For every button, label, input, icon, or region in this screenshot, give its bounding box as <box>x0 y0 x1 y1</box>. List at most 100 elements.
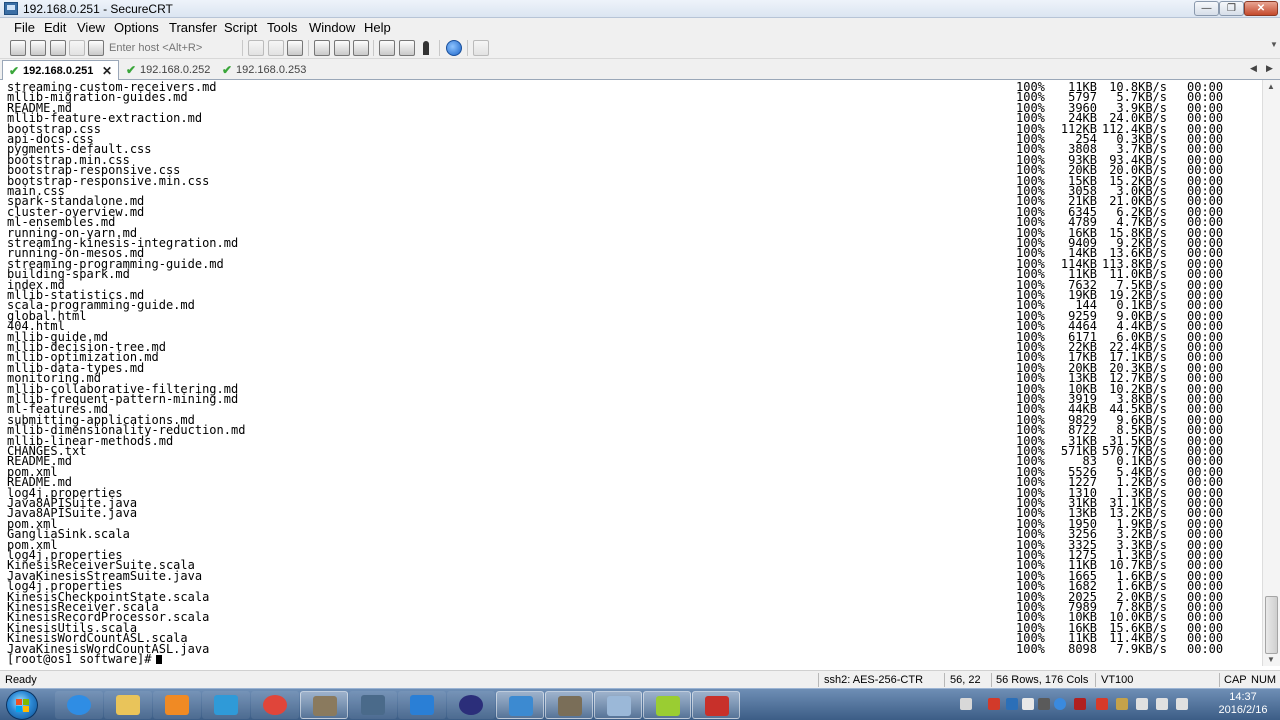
menu-script[interactable]: Script <box>224 20 257 35</box>
taskbar-app[interactable] <box>594 691 642 719</box>
taskbar-app[interactable] <box>545 691 593 719</box>
menu-options[interactable]: Options <box>114 20 159 35</box>
tray-keyboard-icon[interactable] <box>960 698 972 710</box>
tab-session-3[interactable]: ✔ 192.168.0.253 <box>216 60 312 80</box>
menu-view[interactable]: View <box>77 20 105 35</box>
taskbar-app[interactable] <box>300 691 348 719</box>
minimize-button[interactable]: — <box>1194 1 1219 16</box>
status-ready: Ready <box>5 674 37 686</box>
toolbar-separator <box>242 40 243 56</box>
taskbar-app[interactable] <box>447 691 495 719</box>
session-options-icon[interactable] <box>379 40 395 56</box>
keymap-icon[interactable] <box>418 40 434 56</box>
title-bar: 192.168.0.251 - SecureCRT — ❐ ✕ <box>0 0 1280 18</box>
tab-session-1[interactable]: ✔ 192.168.0.251 ✕ <box>2 60 119 81</box>
close-button[interactable]: ✕ <box>1244 1 1278 16</box>
menu-transfer[interactable]: Transfer <box>169 20 217 35</box>
maximize-button[interactable]: ❐ <box>1219 1 1244 16</box>
connected-check-icon: ✔ <box>9 64 20 78</box>
taskbar-app[interactable] <box>398 691 446 719</box>
terminal-scrollbar[interactable]: ▲ ▼ <box>1262 80 1280 666</box>
host-input[interactable] <box>106 40 238 56</box>
shell-prompt[interactable]: [root@os1 software]# <box>7 652 162 666</box>
close-tab-icon[interactable]: ✕ <box>102 64 112 78</box>
start-button[interactable] <box>6 690 38 720</box>
taskbar-app[interactable] <box>496 691 544 719</box>
tray-update-icon[interactable] <box>1054 698 1066 710</box>
scroll-up-icon[interactable]: ▲ <box>1267 82 1275 91</box>
eclipse-icon <box>459 695 483 715</box>
tray-security-icon[interactable] <box>988 698 1000 710</box>
transfer-time: 00:00 <box>1187 641 1224 656</box>
tab-session-2[interactable]: ✔ 192.168.0.252 <box>120 60 216 80</box>
tools-app-icon <box>361 695 385 715</box>
taskbar-clock[interactable]: 14:37 2016/2/16 <box>1212 691 1274 717</box>
disconnect-icon[interactable] <box>88 40 104 56</box>
sftp-icon[interactable] <box>473 40 489 56</box>
menu-tools[interactable]: Tools <box>267 20 297 35</box>
tray-usb-icon[interactable] <box>1038 698 1050 710</box>
global-options-icon[interactable] <box>399 40 415 56</box>
media-player-icon <box>165 695 189 715</box>
print-icon[interactable] <box>314 40 330 56</box>
status-dimensions: 56 Rows, 176 Cols <box>996 674 1089 686</box>
pdf-app-icon <box>705 696 729 716</box>
taskbar-app[interactable] <box>202 691 250 719</box>
archive-app-icon <box>313 696 337 716</box>
ie-icon <box>67 695 91 715</box>
taskbar-app[interactable] <box>251 691 299 719</box>
transfer-rate: 7.9KB/s <box>1116 641 1167 656</box>
print-setup-icon[interactable] <box>353 40 369 56</box>
status-separator <box>991 673 992 687</box>
toolbar-separator <box>467 40 468 56</box>
toolbar-separator <box>439 40 440 56</box>
transfer-percent: 100% <box>1016 641 1045 656</box>
connect-icon[interactable] <box>10 40 26 56</box>
tray-antivirus-icon[interactable] <box>1074 698 1086 710</box>
copy-icon[interactable] <box>248 40 264 56</box>
menu-file[interactable]: File <box>14 20 35 35</box>
help-icon[interactable] <box>446 40 462 56</box>
tab-label: 192.168.0.252 <box>140 64 211 76</box>
tray-flag-icon[interactable] <box>1156 698 1168 710</box>
tray-user-icon[interactable] <box>1116 698 1128 710</box>
taskbar-app[interactable] <box>104 691 152 719</box>
reconnect-icon[interactable] <box>69 40 85 56</box>
find-icon[interactable] <box>287 40 303 56</box>
terminal-output[interactable]: streaming-custom-receivers.md 100% 11KB 10.… <box>0 80 1262 666</box>
scrollbar-thumb[interactable] <box>1265 596 1278 654</box>
connect-in-tab-icon[interactable] <box>50 40 66 56</box>
taskbar-app[interactable] <box>153 691 201 719</box>
tray-app-icon[interactable] <box>1006 698 1018 710</box>
tab-scroll-right-icon[interactable]: ▶ <box>1266 63 1273 74</box>
menu-help[interactable]: Help <box>364 20 391 35</box>
tray-bluetooth-icon[interactable] <box>1022 698 1034 710</box>
paste-icon[interactable] <box>268 40 284 56</box>
tray-network-icon[interactable] <box>1136 698 1148 710</box>
remote-desktop-icon <box>607 696 631 716</box>
file-size: 8098 <box>1068 641 1097 656</box>
tray-volume-icon[interactable] <box>1176 698 1188 710</box>
securecrt-app-icon[interactable] <box>4 2 18 15</box>
scroll-down-icon[interactable]: ▼ <box>1267 655 1275 664</box>
taskbar-app[interactable] <box>349 691 397 719</box>
toolbar-scroll-down-icon[interactable]: ▼ <box>1270 40 1278 49</box>
status-num-lock: NUM <box>1251 674 1277 686</box>
tab-scroll-left-icon[interactable]: ◀ <box>1250 63 1257 74</box>
status-separator <box>944 673 945 687</box>
taskbar-app[interactable] <box>55 691 103 719</box>
status-separator <box>1219 673 1220 687</box>
print-selection-icon[interactable] <box>334 40 350 56</box>
toolbar-separator <box>373 40 374 56</box>
menu-edit[interactable]: Edit <box>44 20 66 35</box>
connected-check-icon: ✔ <box>126 63 137 77</box>
menu-window[interactable]: Window <box>309 20 355 35</box>
status-separator <box>1095 673 1096 687</box>
prompt-text: [root@os1 software]# <box>7 652 152 666</box>
mindmap-app-icon <box>656 696 680 716</box>
tray-shield-icon[interactable] <box>1096 698 1108 710</box>
taskbar-app[interactable] <box>643 691 691 719</box>
quick-connect-icon[interactable] <box>30 40 46 56</box>
clock-time: 14:37 <box>1229 691 1257 703</box>
taskbar-app[interactable] <box>692 691 740 719</box>
